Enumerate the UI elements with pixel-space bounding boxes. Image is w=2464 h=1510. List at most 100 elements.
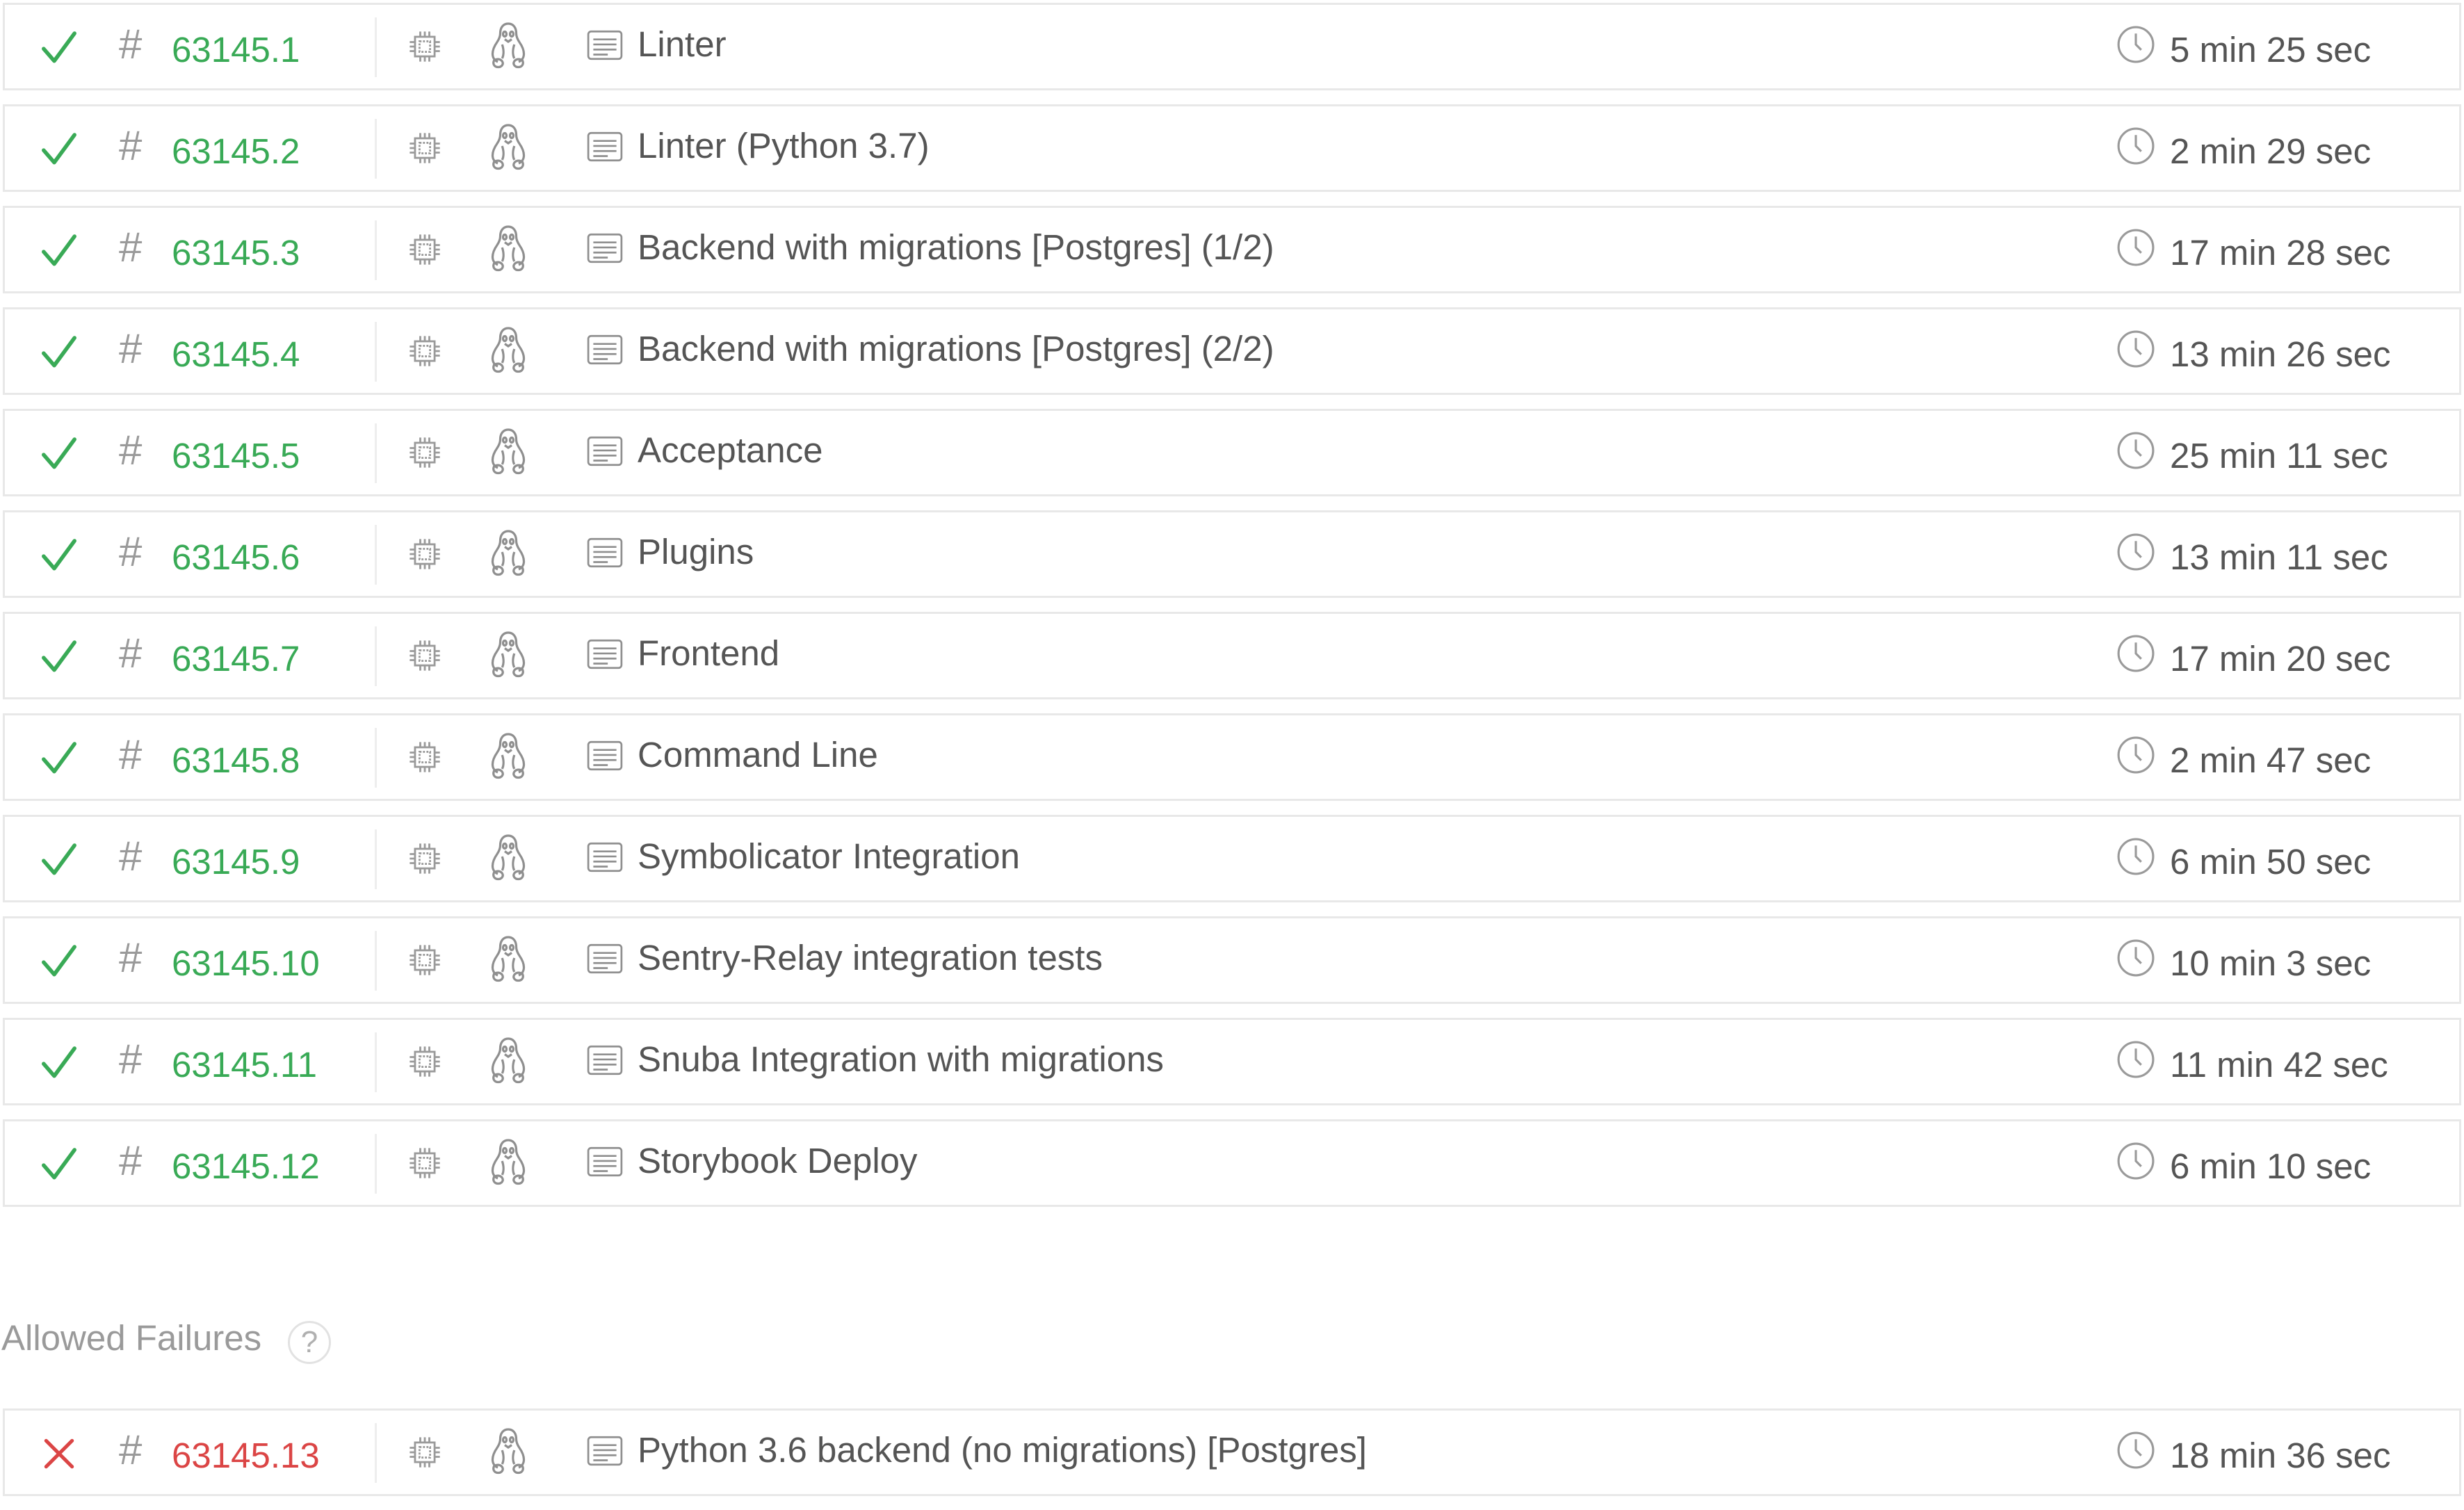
- job-row-63145.4[interactable]: # 63145.4 Backend with migrations [Postg…: [3, 307, 2461, 395]
- job-duration: 11 min 42 sec: [2170, 1045, 2388, 1085]
- divider: [375, 728, 377, 788]
- job-duration: 13 min 11 sec: [2170, 537, 2388, 577]
- job-number-link[interactable]: 63145.12: [172, 1142, 320, 1191]
- job-name: Backend with migrations [Postgres] (2/2): [638, 329, 1274, 368]
- job-duration: 13 min 26 sec: [2170, 334, 2391, 374]
- job-row-63145.7[interactable]: # 63145.7 Frontend 17 min 20 sec: [3, 612, 2461, 699]
- job-number-link[interactable]: 63145.10: [172, 939, 320, 988]
- check-icon: [40, 739, 79, 778]
- cpu-icon: [407, 638, 443, 674]
- linux-tux-icon: [487, 528, 529, 576]
- job-duration: 2 min 29 sec: [2170, 131, 2372, 171]
- document-icon: [586, 232, 624, 265]
- job-number-link[interactable]: 63145.3: [172, 229, 300, 277]
- linux-tux-icon: [487, 629, 529, 678]
- check-icon: [40, 942, 79, 981]
- hash-icon: #: [119, 630, 143, 676]
- job-duration: 17 min 20 sec: [2170, 639, 2391, 679]
- clock-icon: [2116, 126, 2156, 166]
- job-row-63145.11[interactable]: # 63145.11 Snuba Integration with migrat…: [3, 1018, 2461, 1105]
- check-icon: [40, 435, 79, 473]
- job-number-link[interactable]: 63145.8: [172, 736, 300, 785]
- document-icon: [586, 333, 624, 366]
- hash-icon: #: [119, 1036, 143, 1082]
- job-name: Snuba Integration with migrations: [638, 1039, 1164, 1079]
- job-duration: 6 min 10 sec: [2170, 1146, 2372, 1186]
- job-duration: 25 min 11 sec: [2170, 436, 2388, 476]
- job-number-link[interactable]: 63145.4: [172, 330, 300, 379]
- cpu-icon: [407, 1145, 443, 1181]
- cpu-icon: [407, 536, 443, 572]
- job-duration: 10 min 3 sec: [2170, 943, 2372, 983]
- job-duration: 5 min 25 sec: [2170, 30, 2372, 70]
- document-icon: [586, 942, 624, 975]
- job-row-63145.10[interactable]: # 63145.10 Sentry-Relay integration test…: [3, 916, 2461, 1004]
- job-row-63145.3[interactable]: # 63145.3 Backend with migrations [Postg…: [3, 206, 2461, 293]
- divider: [375, 220, 377, 280]
- linux-tux-icon: [487, 223, 529, 272]
- divider: [375, 525, 377, 585]
- help-icon[interactable]: ?: [288, 1321, 331, 1364]
- job-name: Symbolicator Integration: [638, 836, 1020, 876]
- job-row-63145.8[interactable]: # 63145.8 Command Line 2 min 47 sec: [3, 713, 2461, 801]
- job-number-link[interactable]: 63145.9: [172, 838, 300, 886]
- job-number-link[interactable]: 63145.2: [172, 127, 300, 176]
- check-icon: [40, 1145, 79, 1184]
- check-icon: [40, 841, 79, 879]
- job-number-link[interactable]: 63145.13: [172, 1431, 320, 1480]
- job-duration: 17 min 28 sec: [2170, 233, 2391, 273]
- job-number-link[interactable]: 63145.1: [172, 26, 300, 74]
- job-name: Plugins: [638, 532, 754, 571]
- divider: [375, 119, 377, 179]
- clock-icon: [2116, 633, 2156, 674]
- cpu-icon: [407, 333, 443, 369]
- document-icon: [586, 638, 624, 671]
- job-row-63145.6[interactable]: # 63145.6 Plugins 13 min 11 sec: [3, 510, 2461, 598]
- cross-icon: [40, 1434, 79, 1473]
- clock-icon: [2116, 329, 2156, 369]
- hash-icon: #: [119, 528, 143, 575]
- job-name: Python 3.6 backend (no migrations) [Post…: [638, 1430, 1367, 1470]
- divider: [375, 17, 377, 77]
- divider: [375, 1032, 377, 1092]
- clock-icon: [2116, 836, 2156, 877]
- hash-icon: #: [119, 325, 143, 372]
- job-duration: 6 min 50 sec: [2170, 842, 2372, 882]
- document-icon: [586, 739, 624, 772]
- clock-icon: [2116, 532, 2156, 572]
- linux-tux-icon: [487, 731, 529, 779]
- job-row-63145.12[interactable]: # 63145.12 Storybook Deploy 6 min 10 sec: [3, 1119, 2461, 1207]
- hash-icon: #: [119, 122, 143, 169]
- check-icon: [40, 1044, 79, 1082]
- document-icon: [586, 1145, 624, 1178]
- clock-icon: [2116, 1039, 2156, 1080]
- job-number-link[interactable]: 63145.5: [172, 432, 300, 480]
- clock-icon: [2116, 227, 2156, 268]
- linux-tux-icon: [487, 1426, 529, 1475]
- allowed-failures-list: # 63145.13 Python 3.6 backend (no migrat…: [3, 1408, 2461, 1510]
- clock-icon: [2116, 1430, 2156, 1470]
- hash-icon: #: [119, 833, 143, 879]
- document-icon: [586, 130, 624, 163]
- divider: [375, 626, 377, 686]
- job-duration: 18 min 36 sec: [2170, 1436, 2391, 1475]
- job-row-63145.9[interactable]: # 63145.9 Symbolicator Integration 6 min…: [3, 815, 2461, 902]
- job-row-63145.1[interactable]: # 63145.1 Linter 5 min 25 sec: [3, 3, 2461, 90]
- job-number-link[interactable]: 63145.6: [172, 533, 300, 582]
- linux-tux-icon: [487, 20, 529, 69]
- job-number-link[interactable]: 63145.7: [172, 635, 300, 683]
- hash-icon: #: [119, 21, 143, 67]
- job-row-63145.13[interactable]: # 63145.13 Python 3.6 backend (no migrat…: [3, 1408, 2461, 1496]
- hash-icon: #: [119, 731, 143, 778]
- hash-icon: #: [119, 1427, 143, 1473]
- cpu-icon: [407, 942, 443, 978]
- cpu-icon: [407, 1434, 443, 1470]
- cpu-icon: [407, 29, 443, 65]
- job-row-63145.5[interactable]: # 63145.5 Acceptance 25 min 11 sec: [3, 409, 2461, 496]
- job-row-63145.2[interactable]: # 63145.2 Linter (Python 3.7) 2 min 29 s…: [3, 104, 2461, 192]
- hash-icon: #: [119, 1137, 143, 1184]
- job-number-link[interactable]: 63145.11: [172, 1041, 317, 1089]
- hash-icon: #: [119, 224, 143, 270]
- linux-tux-icon: [487, 122, 529, 170]
- document-icon: [586, 29, 624, 62]
